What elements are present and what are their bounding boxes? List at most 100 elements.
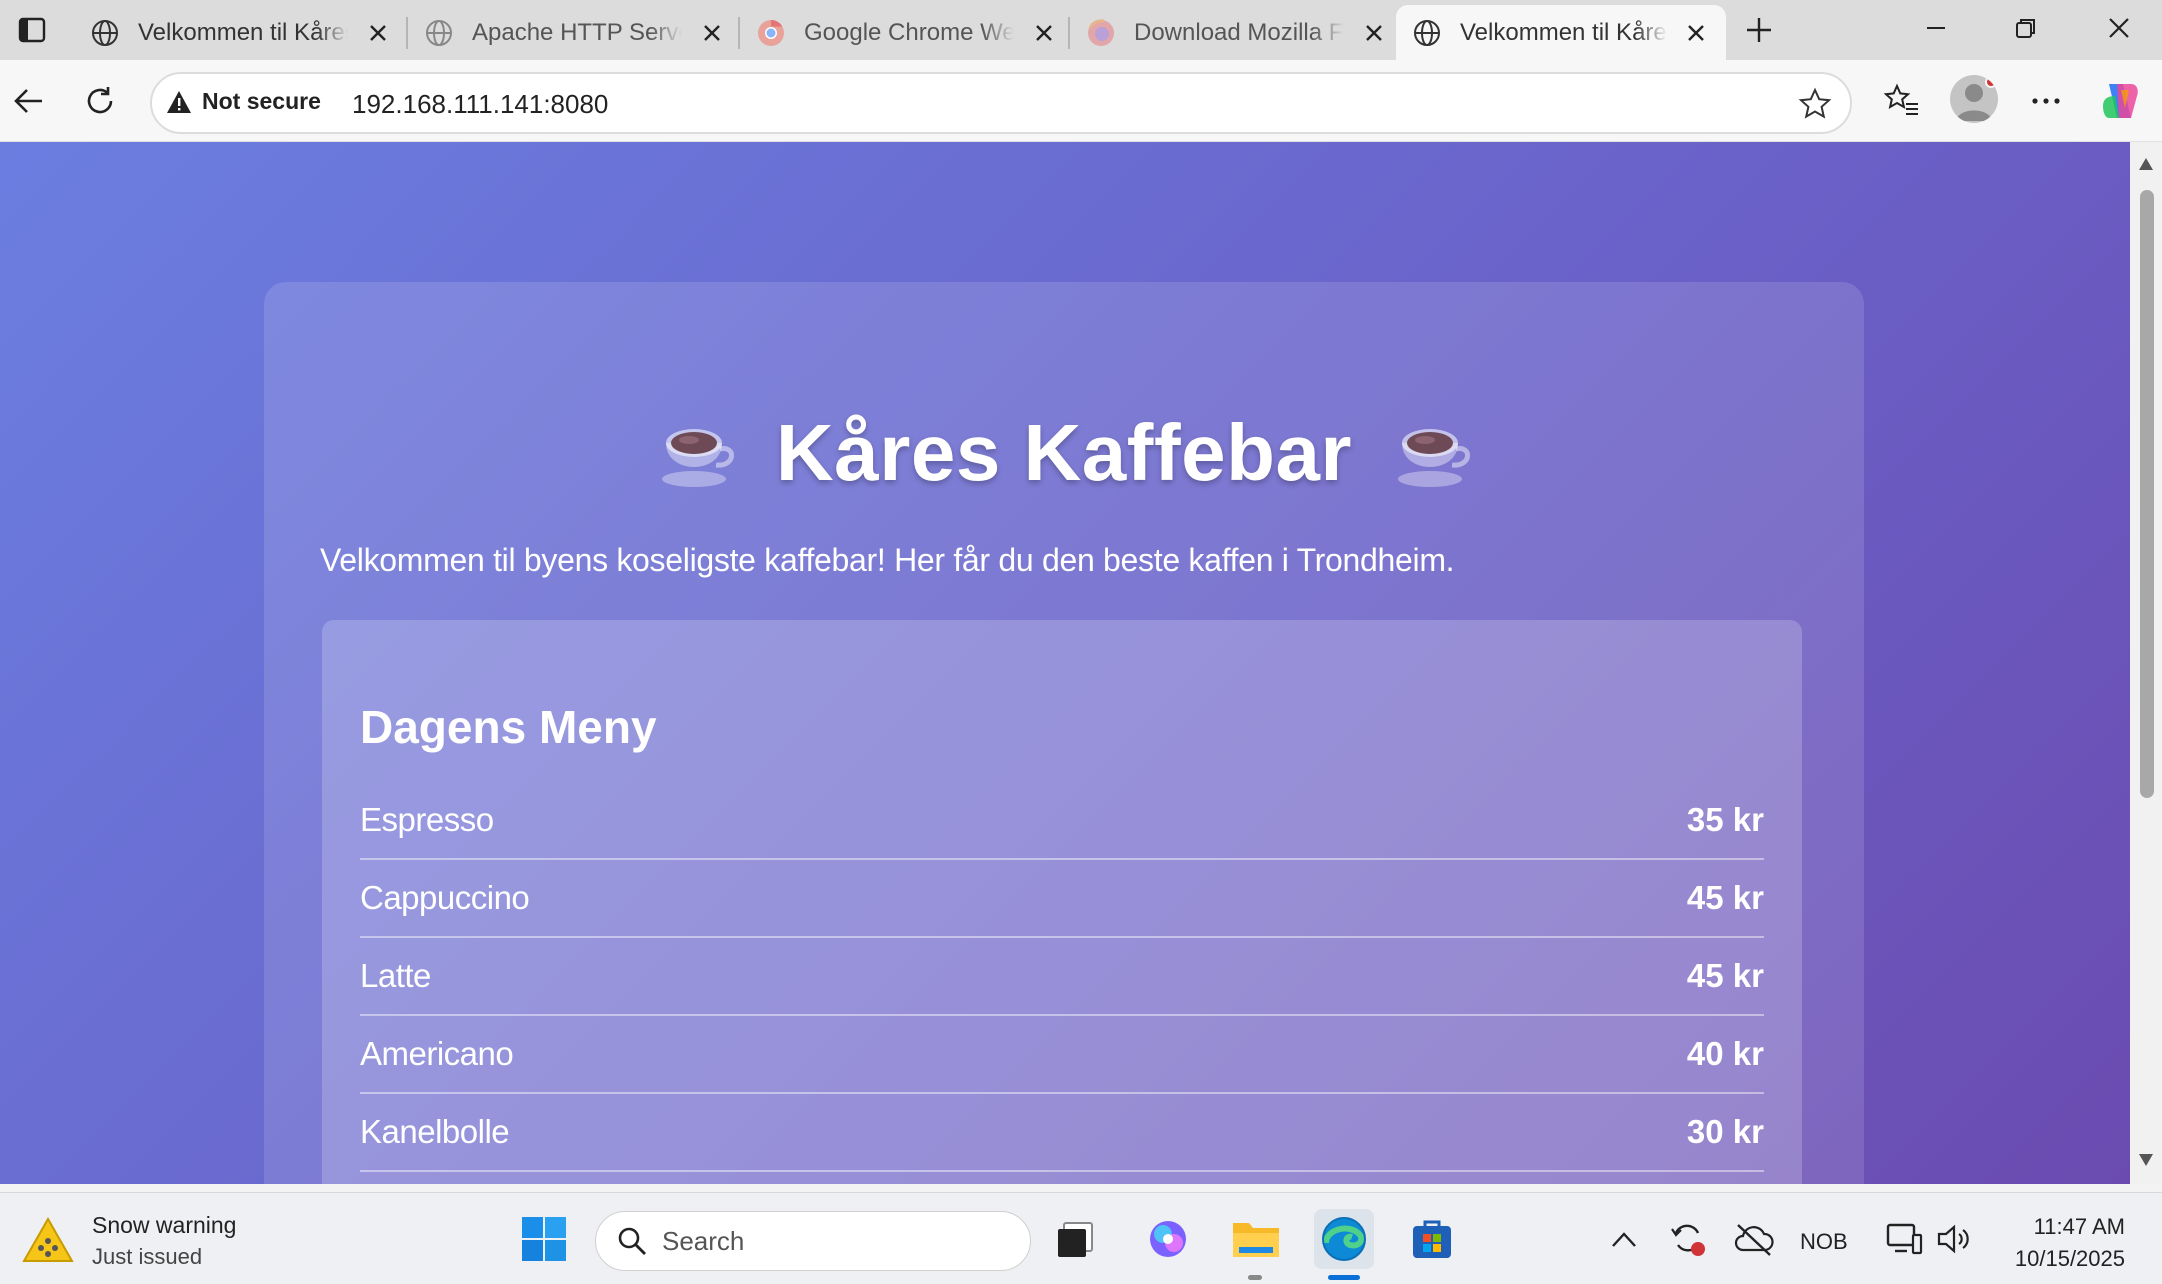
warning-icon (167, 90, 191, 113)
menu-item-name: Latte (360, 957, 431, 994)
running-indicator (1248, 1275, 1262, 1280)
notification-dot (1985, 76, 1997, 88)
refresh-button[interactable] (74, 75, 126, 127)
globe-icon (422, 16, 456, 50)
close-icon (2109, 18, 2129, 38)
globe-icon (1410, 16, 1444, 50)
system-clock[interactable]: 11:47 AM 10/15/2025 (1985, 1211, 2125, 1275)
menu-panel: Dagens Meny Espresso 35 kr Cappuccino 45… (322, 620, 1802, 1184)
page-heading: Kåres Kaffebar (264, 407, 1864, 499)
sync-alert-icon (1671, 1224, 1705, 1256)
menu-item: Cappuccino 45 kr (360, 860, 1764, 938)
active-indicator (1328, 1275, 1360, 1280)
restore-button[interactable] (1994, 6, 2058, 50)
folder-icon (1233, 1223, 1279, 1257)
minimize-icon (1927, 27, 1945, 29)
close-icon[interactable] (1358, 17, 1390, 49)
menu-item-price: 30 kr (1686, 1113, 1764, 1150)
tab-title: Apache HTTP Server Test Page (472, 18, 682, 46)
back-button[interactable] (3, 75, 55, 127)
site-info-button[interactable]: Not secure (166, 88, 321, 115)
tab-actions-button[interactable] (10, 8, 54, 52)
menu-item: Latte 45 kr (360, 938, 1764, 1016)
taskbar-search[interactable]: Search (595, 1211, 1031, 1271)
tab-strip: Velkommen til Kåres Kaffebar Apache HTTP… (0, 0, 2162, 60)
taskbar: Snow warning Just issued Search NOB 11:4… (0, 1192, 2162, 1284)
file-explorer-button[interactable] (1226, 1209, 1286, 1269)
input-language[interactable]: NOB (1800, 1229, 1848, 1255)
copilot-taskbar-button[interactable] (1138, 1209, 1198, 1269)
content-card: Kåres Kaffebar Velkommen til byens kosel… (264, 282, 1864, 1184)
edge-icon (1322, 1217, 1366, 1261)
close-icon[interactable] (1028, 17, 1060, 49)
menu-item-name: Americano (360, 1035, 514, 1072)
store-icon (1413, 1220, 1451, 1258)
menu-item-name: Cappuccino (360, 879, 530, 916)
chrome-icon (754, 16, 788, 50)
chevron-up-icon (1612, 1232, 1636, 1247)
tab-title: Google Chrome Web Browser (804, 18, 1014, 46)
show-hidden-icons-button[interactable] (1604, 1215, 1644, 1263)
globe-icon (88, 16, 122, 50)
minimize-button[interactable] (1904, 6, 1968, 50)
clock-date: 10/15/2025 (2014, 1246, 2125, 1271)
star-icon (1798, 87, 1832, 119)
favorites-icon (1884, 83, 1918, 115)
cloud-off-icon (1734, 1224, 1774, 1256)
copilot-button[interactable] (2094, 75, 2146, 127)
page-scrollbar[interactable] (2130, 142, 2162, 1184)
tab-4[interactable]: Download Mozilla Firefox (1070, 5, 1404, 60)
copilot-icon (1150, 1221, 1186, 1257)
menu-item: Espresso 35 kr (360, 782, 1764, 860)
tab-title: Velkommen til Kåres Kaffebar (138, 18, 348, 46)
page-title: Kåres Kaffebar (775, 408, 1353, 497)
url-text[interactable]: 192.168.111.141:8080 (352, 89, 608, 120)
network-icon (1886, 1223, 1923, 1255)
start-button[interactable] (514, 1209, 574, 1269)
profile-avatar[interactable] (1950, 75, 1998, 123)
task-view-button[interactable] (1046, 1209, 1106, 1269)
new-tab-button[interactable] (1737, 8, 1781, 52)
more-icon (2032, 98, 2060, 104)
scrollbar-thumb[interactable] (2140, 190, 2154, 798)
search-icon (618, 1227, 646, 1255)
tab-2[interactable]: Apache HTTP Server Test Page (408, 5, 742, 60)
menu-item: Kanelbolle 30 kr (360, 1094, 1764, 1172)
close-icon[interactable] (1681, 17, 1712, 49)
favorite-button[interactable] (1796, 85, 1834, 123)
favorites-button[interactable] (1876, 75, 1928, 127)
store-button[interactable] (1402, 1209, 1462, 1269)
firefox-icon (1084, 16, 1118, 50)
tab-1[interactable]: Velkommen til Kåres Kaffebar (74, 5, 408, 60)
tab-5-active[interactable]: Velkommen til Kåres Kaffebar (1396, 5, 1726, 60)
tab-title: Download Mozilla Firefox (1134, 18, 1344, 46)
tab-actions-icon (18, 17, 46, 43)
scroll-up-arrow-icon[interactable] (2138, 156, 2154, 172)
copilot-icon (2103, 84, 2138, 118)
menu-item-name: Kanelbolle (360, 1113, 510, 1150)
clock-time: 11:47 AM (2033, 1214, 2125, 1239)
tagline-text: Velkommen til byens koseligste kaffebar!… (320, 542, 1455, 578)
network-button[interactable] (1884, 1215, 1924, 1263)
sync-status-button[interactable] (1666, 1215, 1710, 1263)
edge-button[interactable] (1314, 1209, 1374, 1269)
weather-widget[interactable]: Snow warning Just issued (22, 1209, 236, 1273)
coffee-cup-icon (1398, 429, 1471, 487)
weather-subtitle: Just issued (92, 1244, 203, 1269)
refresh-icon (87, 87, 113, 114)
close-window-button[interactable] (2087, 6, 2151, 50)
security-label: Not secure (202, 88, 321, 114)
address-bar[interactable]: Not secure 192.168.111.141:8080 (150, 72, 1852, 134)
volume-button[interactable] (1934, 1215, 1974, 1263)
plus-icon (1747, 18, 1771, 42)
close-icon[interactable] (696, 17, 728, 49)
scroll-down-arrow-icon[interactable] (2138, 1152, 2154, 1168)
page-viewport: Kåres Kaffebar Velkommen til byens kosel… (0, 142, 2130, 1184)
menu-item-price: 45 kr (1686, 957, 1764, 994)
browser-toolbar: Not secure 192.168.111.141:8080 (0, 60, 2162, 142)
menu-item-price: 35 kr (1686, 801, 1764, 838)
tab-3[interactable]: Google Chrome Web Browser (740, 5, 1074, 60)
onedrive-button[interactable] (1730, 1215, 1778, 1263)
settings-menu-button[interactable] (2020, 75, 2072, 127)
close-icon[interactable] (362, 17, 394, 49)
